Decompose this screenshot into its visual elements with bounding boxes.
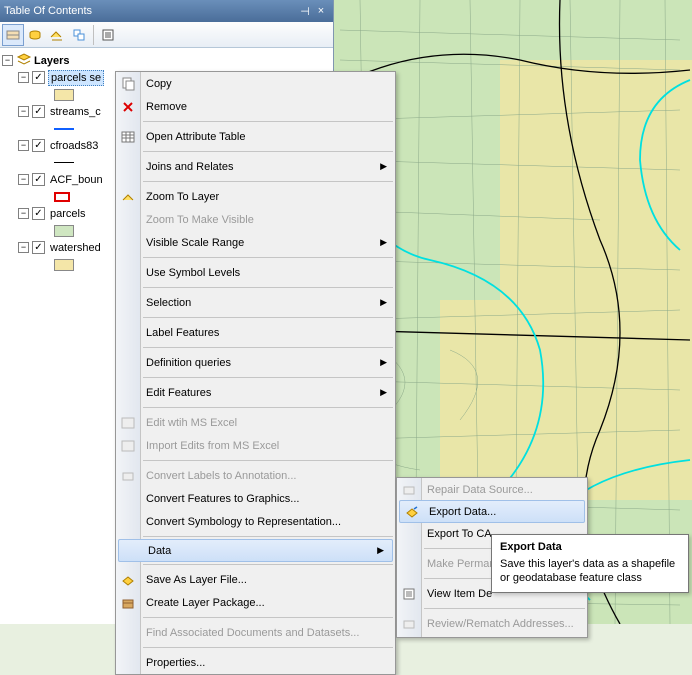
menu-remove[interactable]: Remove bbox=[116, 95, 395, 118]
table-icon bbox=[120, 129, 136, 145]
submenu-arrow-icon: ▶ bbox=[377, 545, 384, 556]
close-icon[interactable]: × bbox=[313, 3, 329, 19]
list-by-source-icon[interactable] bbox=[24, 24, 46, 46]
collapse-icon[interactable]: − bbox=[18, 106, 29, 117]
repair-icon bbox=[401, 482, 417, 498]
copy-icon bbox=[120, 76, 136, 92]
collapse-icon[interactable]: − bbox=[18, 242, 29, 253]
menu-properties[interactable]: Properties... bbox=[116, 651, 395, 674]
tooltip-body: Save this layer's data as a shapefile or… bbox=[500, 557, 680, 586]
menu-open-attribute-table[interactable]: Open Attribute Table bbox=[116, 125, 395, 148]
menu-convert-representation[interactable]: Convert Symbology to Representation... bbox=[116, 510, 395, 533]
layer-label[interactable]: parcels se bbox=[48, 70, 104, 86]
layer-label[interactable]: watershed bbox=[48, 241, 103, 255]
collapse-icon[interactable]: − bbox=[18, 208, 29, 219]
menu-joins-relates[interactable]: Joins and Relates▶ bbox=[116, 155, 395, 178]
menu-label-features[interactable]: Label Features bbox=[116, 321, 395, 344]
layers-root-icon bbox=[16, 51, 32, 70]
menu-zoom-to-visible: Zoom To Make Visible bbox=[116, 208, 395, 231]
menu-use-symbol-levels[interactable]: Use Symbol Levels bbox=[116, 261, 395, 284]
layer-label[interactable]: streams_c bbox=[48, 105, 103, 119]
menu-create-package[interactable]: Create Layer Package... bbox=[116, 591, 395, 614]
layer-label[interactable]: cfroads83 bbox=[48, 139, 100, 153]
menu-selection[interactable]: Selection▶ bbox=[116, 291, 395, 314]
checkbox-icon[interactable] bbox=[32, 105, 45, 118]
excel-edit-icon bbox=[120, 415, 136, 431]
checkbox-icon[interactable] bbox=[32, 139, 45, 152]
checkbox-icon[interactable] bbox=[32, 241, 45, 254]
toc-title: Table Of Contents bbox=[4, 5, 297, 17]
menu-visible-scale-range[interactable]: Visible Scale Range▶ bbox=[116, 231, 395, 254]
export-data-icon bbox=[404, 504, 420, 520]
menu-edit-excel: Edit wtih MS Excel bbox=[116, 411, 395, 434]
tree-root[interactable]: − Layers bbox=[2, 52, 331, 69]
layer-label[interactable]: parcels bbox=[48, 207, 87, 221]
list-by-visibility-icon[interactable] bbox=[46, 24, 68, 46]
layer-context-menu: Copy Remove Open Attribute Table Joins a… bbox=[115, 71, 396, 675]
save-layer-icon bbox=[120, 572, 136, 588]
menu-convert-graphics[interactable]: Convert Features to Graphics... bbox=[116, 487, 395, 510]
options-icon[interactable] bbox=[97, 24, 119, 46]
package-icon bbox=[120, 595, 136, 611]
collapse-icon[interactable]: − bbox=[18, 140, 29, 151]
tooltip-title: Export Data bbox=[500, 541, 680, 553]
pin-icon[interactable]: ⊣ bbox=[297, 3, 313, 19]
submenu-arrow-icon: ▶ bbox=[380, 387, 387, 398]
checkbox-icon[interactable] bbox=[32, 173, 45, 186]
checkbox-icon[interactable] bbox=[32, 207, 45, 220]
submenu-arrow-icon: ▶ bbox=[380, 237, 387, 248]
menu-import-excel: Import Edits from MS Excel bbox=[116, 434, 395, 457]
layer-label[interactable]: ACF_boun bbox=[48, 173, 105, 187]
tooltip: Export Data Save this layer's data as a … bbox=[491, 534, 689, 593]
submenu-export-data[interactable]: Export Data... bbox=[399, 500, 585, 523]
list-by-selection-icon[interactable] bbox=[68, 24, 90, 46]
collapse-icon[interactable]: − bbox=[18, 72, 29, 83]
remove-icon bbox=[120, 99, 136, 115]
menu-convert-annotation: Convert Labels to Annotation... bbox=[116, 464, 395, 487]
submenu-repair: Repair Data Source... bbox=[397, 478, 587, 501]
menu-find-documents: Find Associated Documents and Datasets..… bbox=[116, 621, 395, 644]
excel-import-icon bbox=[120, 438, 136, 454]
menu-definition-queries[interactable]: Definition queries▶ bbox=[116, 351, 395, 374]
submenu-arrow-icon: ▶ bbox=[380, 297, 387, 308]
submenu-arrow-icon: ▶ bbox=[380, 357, 387, 368]
collapse-icon[interactable]: − bbox=[18, 174, 29, 185]
menu-data[interactable]: Data▶ bbox=[118, 539, 393, 562]
menu-edit-features[interactable]: Edit Features▶ bbox=[116, 381, 395, 404]
tree-root-label[interactable]: Layers bbox=[32, 54, 71, 68]
menu-copy[interactable]: Copy bbox=[116, 72, 395, 95]
menu-zoom-to-layer[interactable]: Zoom To Layer bbox=[116, 185, 395, 208]
list-by-drawing-order-icon[interactable] bbox=[2, 24, 24, 46]
checkbox-icon[interactable] bbox=[32, 71, 45, 84]
zoom-layer-icon bbox=[120, 189, 136, 205]
view-item-icon bbox=[401, 586, 417, 602]
toc-toolbar bbox=[0, 22, 333, 48]
collapse-icon[interactable]: − bbox=[2, 55, 13, 66]
menu-save-as-layer[interactable]: Save As Layer File... bbox=[116, 568, 395, 591]
convert-anno-icon bbox=[120, 468, 136, 484]
submenu-arrow-icon: ▶ bbox=[380, 161, 387, 172]
toc-header: Table Of Contents ⊣ × bbox=[0, 0, 333, 22]
